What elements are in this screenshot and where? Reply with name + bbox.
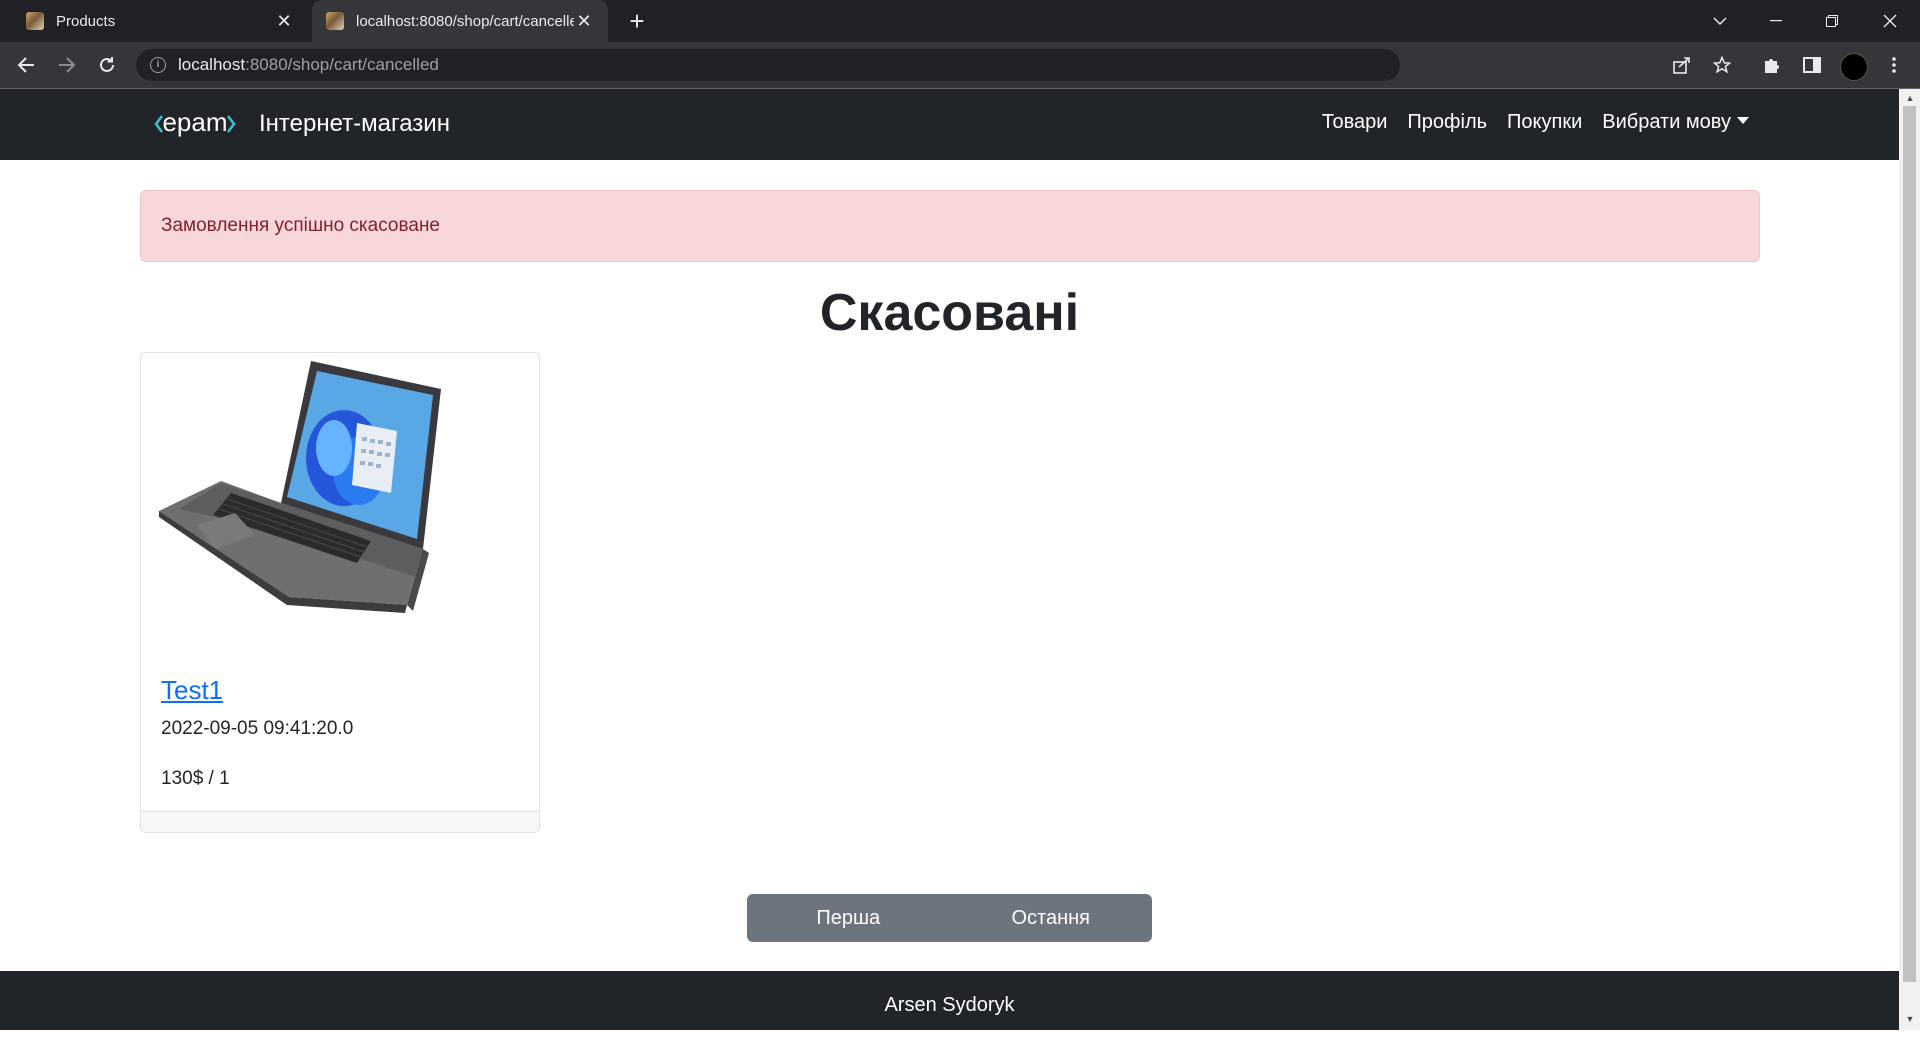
first-page-button[interactable]: Перша [747,894,950,942]
forward-button[interactable] [51,49,83,81]
site-footer: Arsen Sydoryk [0,971,1899,1030]
pagination: Перша Остання [747,894,1152,942]
alert-message: Замовлення успішно скасоване [161,215,440,236]
tab-title: Products [56,12,116,30]
share-icon[interactable] [1666,49,1698,81]
puzzle-icon[interactable] [1756,49,1788,81]
star-icon[interactable] [1706,49,1738,81]
profile-avatar[interactable] [1840,53,1868,81]
caret-down-icon [1737,117,1749,124]
order-card: Test1 2022-09-05 09:41:20.0 130$ / 1 [140,352,540,833]
browser-tabstrip: Products ✕ localhost:8080/shop/cart/canc… [0,0,1920,42]
browser-tab-cancelled[interactable]: localhost:8080/shop/cart/cancelled ✕ [312,0,608,42]
close-window-icon[interactable] [1862,0,1918,42]
nav-link-purchases[interactable]: Покупки [1507,111,1582,134]
brand-name[interactable]: Інтернет-магазин [259,110,450,138]
favicon-icon [26,12,44,30]
close-tab-icon[interactable]: ✕ [574,11,594,32]
footer-author: Arsen Sydoryk [884,994,1015,1016]
page-title: Скасовані [819,284,1080,342]
arrow-right-icon [59,57,76,73]
order-date: 2022-09-05 09:41:20.0 [161,718,354,739]
address-bar[interactable]: i localhost:8080/shop/cart/cancelled [136,49,1400,81]
nav-link-profile[interactable]: Профіль [1407,111,1487,134]
order-price-quantity: 130$ / 1 [161,768,230,789]
language-dropdown[interactable]: Вибрати мову [1602,111,1749,134]
restore-icon[interactable] [1804,0,1860,42]
browser-tab-products[interactable]: Products ✕ [12,0,308,42]
reload-button[interactable] [91,49,123,81]
close-tab-icon[interactable]: ✕ [274,11,294,32]
side-panel-icon[interactable] [1796,49,1828,81]
info-icon[interactable]: i [150,57,166,73]
epam-logo[interactable]: epam [154,104,236,144]
back-button[interactable] [10,49,42,81]
tab-search-chevron-icon[interactable] [1692,0,1748,42]
scroll-down-arrow-icon[interactable]: ▼ [1904,1014,1916,1024]
scrollbar-thumb[interactable] [1903,106,1916,982]
laptop-product-image [159,361,441,613]
svg-text:epam: epam [162,107,227,137]
new-tab-plus-icon[interactable]: + [622,6,652,36]
reload-icon [100,57,114,72]
scroll-up-arrow-icon[interactable]: ▲ [1904,93,1916,103]
success-cancel-alert: Замовлення успішно скасоване [140,190,1760,262]
url-text: localhost:8080/shop/cart/cancelled [178,55,439,74]
last-page-button[interactable]: Остання [950,894,1153,942]
card-footer [141,811,539,832]
tab-title: localhost:8080/shop/cart/cancelled [356,12,574,30]
arrow-left-icon [17,57,34,73]
minimize-icon[interactable] [1748,0,1804,42]
main-menu: Товари Профіль Покупки Вибрати мову [1322,111,1749,134]
order-product-link[interactable]: Test1 [161,675,223,706]
favicon-icon [326,12,344,30]
kebab-menu-icon[interactable] [1878,49,1910,81]
nav-link-products[interactable]: Товари [1322,111,1388,134]
language-dropdown-label: Вибрати мову [1602,111,1731,133]
